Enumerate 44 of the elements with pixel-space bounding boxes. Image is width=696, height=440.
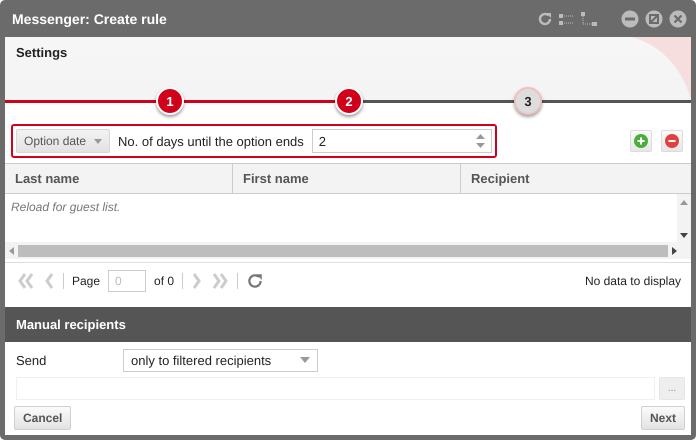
scroll-right-icon[interactable]	[672, 246, 677, 254]
scroll-up-icon[interactable]	[680, 200, 688, 205]
section-header: Manual recipients	[5, 307, 691, 342]
spinner-arrows-icon[interactable]	[476, 134, 485, 148]
refresh-icon[interactable]	[246, 272, 264, 290]
cancel-button[interactable]: Cancel	[14, 406, 72, 430]
paging-status: No data to display	[584, 274, 681, 288]
previous-page-icon[interactable]	[43, 273, 55, 289]
next-page-icon[interactable]	[191, 273, 204, 289]
send-dropdown[interactable]: only to filtered recipients	[123, 348, 318, 372]
expand-tree-icon[interactable]	[559, 12, 575, 26]
restore-icon[interactable]	[645, 10, 663, 28]
send-label: Send	[16, 352, 48, 368]
last-page-icon[interactable]	[211, 273, 230, 289]
filter-label: No. of days until the option ends	[118, 134, 304, 148]
number-field[interactable]: 2	[312, 129, 492, 153]
empty-message: Reload for guest list.	[11, 200, 120, 214]
window-title: Messenger: Create rule	[12, 10, 168, 26]
column-header[interactable]: Last name	[5, 164, 233, 193]
step-marker[interactable]: 2	[335, 87, 363, 115]
column-header[interactable]: First name	[233, 164, 461, 193]
remove-button[interactable]	[661, 130, 683, 152]
scroll-down-icon[interactable]	[680, 233, 688, 238]
scroll-left-icon[interactable]	[9, 246, 14, 254]
section-title: Settings	[16, 45, 68, 60]
refresh-icon[interactable]	[537, 10, 553, 26]
scrollbar-thumb[interactable]	[18, 244, 668, 256]
field-dropdown[interactable]: Option date	[16, 129, 110, 153]
caret-icon	[300, 357, 310, 363]
minimize-icon[interactable]	[621, 10, 639, 28]
caret-icon	[94, 138, 102, 144]
close-icon[interactable]	[669, 10, 687, 28]
step-marker[interactable]: 3	[514, 87, 542, 115]
collapse-tree-icon[interactable]	[581, 12, 597, 26]
page-label: Page	[72, 274, 100, 288]
column-header[interactable]: Recipient	[461, 164, 691, 193]
add-button[interactable]	[630, 130, 652, 152]
next-button[interactable]: Next	[640, 406, 685, 430]
page-count: of 0	[154, 274, 174, 288]
first-page-icon[interactable]	[17, 273, 35, 289]
corner-decoration	[631, 37, 691, 99]
vertical-scrollbar[interactable]	[677, 194, 691, 242]
step-marker[interactable]: 1	[156, 87, 184, 115]
horizontal-scrollbar[interactable]	[5, 242, 691, 259]
